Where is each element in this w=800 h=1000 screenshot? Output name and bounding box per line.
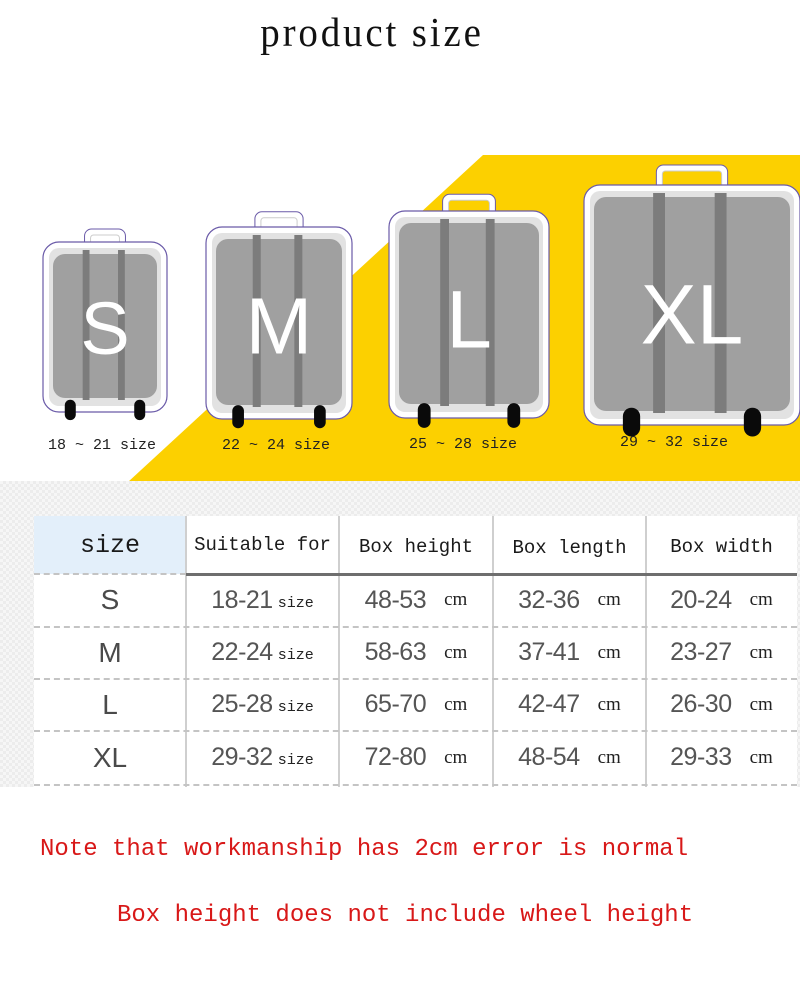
height-range: 58-63 [364, 638, 427, 666]
size-code: L [102, 688, 118, 720]
cell-box-length: 32-36 cm [493, 574, 646, 626]
header-divider [186, 573, 797, 576]
row-divider [34, 678, 797, 680]
suitcase-label-xl: 29 ~ 32 size [620, 434, 729, 451]
height-range: 72-80 [364, 743, 427, 771]
row-divider [34, 730, 797, 732]
cell-size: L [34, 679, 186, 730]
width-unit: cm [749, 641, 773, 663]
length-range: 37-41 [518, 638, 580, 666]
cell-box-width: 20-24 cm [646, 574, 797, 626]
width-range: 29-33 [670, 743, 732, 771]
header-suitable-for: Suitable for [194, 534, 331, 556]
size-code: M [98, 636, 122, 668]
wheel-icon [64, 399, 76, 421]
note-error-tolerance: Note that workmanship has 2cm error is n… [40, 836, 689, 863]
cell-box-height: 72-80 cm [339, 731, 493, 784]
cell-box-length: 37-41 cm [493, 627, 646, 678]
row-divider [34, 626, 797, 628]
height-range: 65-70 [364, 690, 427, 718]
header-box-height: Box height [358, 536, 474, 558]
suitcase-m: M [205, 211, 353, 429]
suitable-unit: size [277, 594, 314, 612]
width-range: 26-30 [670, 690, 732, 718]
length-unit: cm [597, 641, 621, 663]
suitcase-s: S [42, 228, 168, 421]
wheel-icon [743, 407, 762, 437]
cell-box-height: 58-63 cm [339, 627, 493, 678]
suitable-unit: size [277, 699, 314, 716]
column-divider [338, 516, 340, 787]
wheel-icon [314, 405, 326, 429]
suitcase-label-m: 22 ~ 24 size [222, 437, 331, 454]
suitable-range: 18-21 [211, 585, 273, 614]
length-range: 48-54 [518, 743, 580, 771]
suitcase-label-s: 18 ~ 21 size [48, 437, 157, 454]
length-range: 32-36 [518, 585, 580, 614]
width-unit: cm [749, 589, 773, 610]
suitcase-size-letter: M [246, 282, 313, 371]
size-code: XL [92, 741, 128, 773]
length-unit: cm [597, 693, 621, 715]
length-range: 42-47 [518, 690, 580, 718]
cell-suitable-for: 29-32 size [186, 731, 339, 784]
cell-box-height: 48-53 cm [339, 574, 493, 626]
wheel-icon [134, 399, 146, 421]
row-divider [34, 784, 797, 786]
column-divider [185, 516, 187, 787]
width-unit: cm [749, 746, 773, 768]
height-unit: cm [444, 589, 468, 610]
row-divider [34, 573, 186, 575]
size-code: S [100, 584, 120, 615]
note-wheel-height: Box height does not include wheel height [117, 902, 694, 929]
header-size: size [34, 516, 186, 574]
cell-box-length: 48-54 cm [493, 731, 646, 784]
page-title: product size [260, 9, 484, 55]
cell-box-width: 29-33 cm [646, 731, 797, 784]
suitable-unit: size [277, 752, 314, 769]
header-box-width: Box width [670, 536, 773, 558]
cell-suitable-for: 18-21 size [186, 574, 339, 626]
suitcase-size-letter: S [80, 287, 129, 370]
column-divider [492, 516, 494, 787]
cell-size: XL [34, 731, 186, 784]
width-unit: cm [749, 693, 773, 715]
cell-box-height: 65-70 cm [339, 679, 493, 730]
suitcase-xl: XL [583, 164, 800, 437]
cell-box-width: 26-30 cm [646, 679, 797, 730]
suitcase-l: L [388, 193, 550, 428]
column-divider [645, 516, 647, 787]
cell-suitable-for: 25-28 size [186, 679, 339, 730]
cell-size: M [34, 627, 186, 678]
height-unit: cm [444, 641, 468, 663]
width-range: 20-24 [670, 585, 732, 614]
suitable-range: 22-24 [211, 638, 273, 666]
height-unit: cm [444, 746, 468, 768]
cell-size: S [34, 574, 186, 626]
wheel-icon [232, 405, 244, 429]
wheel-icon [417, 403, 431, 428]
height-unit: cm [444, 693, 468, 715]
suitable-unit: size [277, 647, 314, 664]
length-unit: cm [597, 589, 621, 610]
wheel-icon [507, 403, 521, 428]
cell-suitable-for: 22-24 size [186, 627, 339, 678]
suitcase-size-letter: XL [641, 267, 744, 361]
suitcase-label-l: 25 ~ 28 size [409, 436, 518, 453]
cell-box-length: 42-47 cm [493, 679, 646, 730]
header-box-length: Box length [512, 537, 627, 559]
height-range: 48-53 [364, 585, 427, 614]
width-range: 23-27 [670, 638, 732, 666]
size-table: size Suitable for Box height Box length … [34, 516, 797, 787]
suitable-range: 29-32 [211, 743, 273, 771]
wheel-icon [622, 407, 641, 437]
length-unit: cm [597, 746, 621, 768]
cell-box-width: 23-27 cm [646, 627, 797, 678]
suitcase-size-letter: L [446, 275, 492, 366]
suitable-range: 25-28 [211, 690, 273, 718]
size-banner: S M L XL [42, 155, 800, 482]
